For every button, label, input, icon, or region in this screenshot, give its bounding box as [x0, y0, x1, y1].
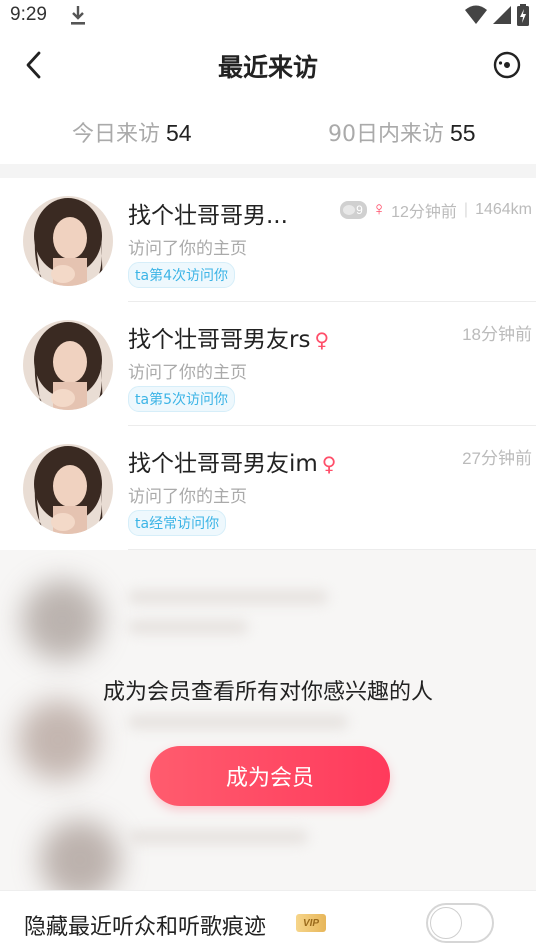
visitor-name: 找个壮哥哥男友rs ♀	[128, 327, 330, 353]
female-icon: ♀	[314, 328, 330, 352]
avatar[interactable]	[23, 320, 113, 410]
more-circle-icon	[493, 51, 521, 79]
become-member-button[interactable]: 成为会员	[150, 746, 390, 806]
tab-today-label: 今日来访	[72, 122, 161, 147]
download-icon	[68, 3, 88, 31]
visitor-row[interactable]: 找个壮哥哥男友im ♀ 27分钟前 访问了你的主页 ta经常访问你	[0, 426, 536, 550]
section-divider	[0, 164, 536, 178]
visitor-row[interactable]: 找个壮哥哥男友rs ♀ 18分钟前 访问了你的主页 ta第5次访问你	[0, 302, 536, 426]
status-bar: 9:29	[0, 0, 536, 30]
toggle-knob	[430, 907, 462, 939]
visit-tabs: 今日来访 54 90日内来访 55	[0, 100, 536, 164]
visitor-meta: 9 ♀ 12分钟前 | 1464km	[340, 198, 532, 222]
more-options-button[interactable]	[492, 50, 522, 80]
female-icon: ♀	[371, 199, 387, 220]
visitor-name: 找个壮哥哥男...	[128, 203, 288, 229]
signal-icon	[492, 5, 512, 29]
blurred-avatar	[22, 580, 102, 660]
visitor-action: 访问了你的主页	[128, 487, 247, 507]
vip-badge: VIP	[296, 914, 326, 932]
visit-frequency-tag: ta经常访问你	[128, 510, 227, 536]
tab-90day-visits[interactable]: 90日内来访 55	[328, 116, 476, 148]
female-icon: ♀	[321, 452, 337, 476]
distance: 1464km	[475, 201, 532, 218]
blurred-line	[128, 830, 308, 844]
visitor-row[interactable]: 找个壮哥哥男... 9 ♀ 12分钟前 | 1464km 访问了你的主页 ta第…	[0, 178, 536, 302]
hide-traces-bar: 隐藏最近听众和听歌痕迹 VIP	[0, 890, 536, 944]
visitor-action: 访问了你的主页	[128, 239, 247, 259]
wifi-icon	[464, 5, 488, 29]
blurred-line	[128, 620, 248, 634]
membership-prompt: 成为会员查看所有对你感兴趣的人	[102, 680, 433, 705]
visitor-name: 找个壮哥哥男友im ♀	[128, 451, 337, 477]
tab-90day-count: 55	[450, 120, 476, 146]
visit-frequency-tag: ta第5次访问你	[128, 386, 235, 412]
status-icons	[464, 4, 530, 30]
tab-today-visits[interactable]: 今日来访 54	[72, 116, 192, 148]
visitor-action: 访问了你的主页	[128, 363, 247, 383]
visit-frequency-tag: ta第4次访问你	[128, 262, 235, 288]
blurred-line	[128, 590, 328, 604]
avatar[interactable]	[23, 444, 113, 534]
visitor-list: 找个壮哥哥男... 9 ♀ 12分钟前 | 1464km 访问了你的主页 ta第…	[0, 178, 536, 550]
avatar[interactable]	[23, 196, 113, 286]
header: 最近来访	[0, 30, 536, 100]
level-badge: 9	[340, 201, 367, 219]
battery-icon	[516, 4, 530, 30]
locked-visitors-overlay: 成为会员查看所有对你感兴趣的人 成为会员	[0, 550, 536, 890]
visit-time: 12分钟前	[391, 204, 457, 221]
status-time: 9:29	[10, 4, 47, 25]
visit-time: 27分钟前	[462, 449, 532, 468]
blurred-avatar	[18, 700, 98, 780]
page-title: 最近来访	[217, 53, 318, 82]
blurred-avatar	[40, 820, 120, 890]
visit-time: 18分钟前	[462, 325, 532, 344]
blurred-line	[128, 715, 348, 729]
badge-icon	[343, 205, 356, 215]
hide-traces-toggle[interactable]	[426, 903, 494, 943]
hide-traces-label: 隐藏最近听众和听歌痕迹	[24, 915, 267, 940]
tab-today-count: 54	[166, 120, 192, 146]
tab-90day-label: 90日内来访	[328, 122, 444, 147]
